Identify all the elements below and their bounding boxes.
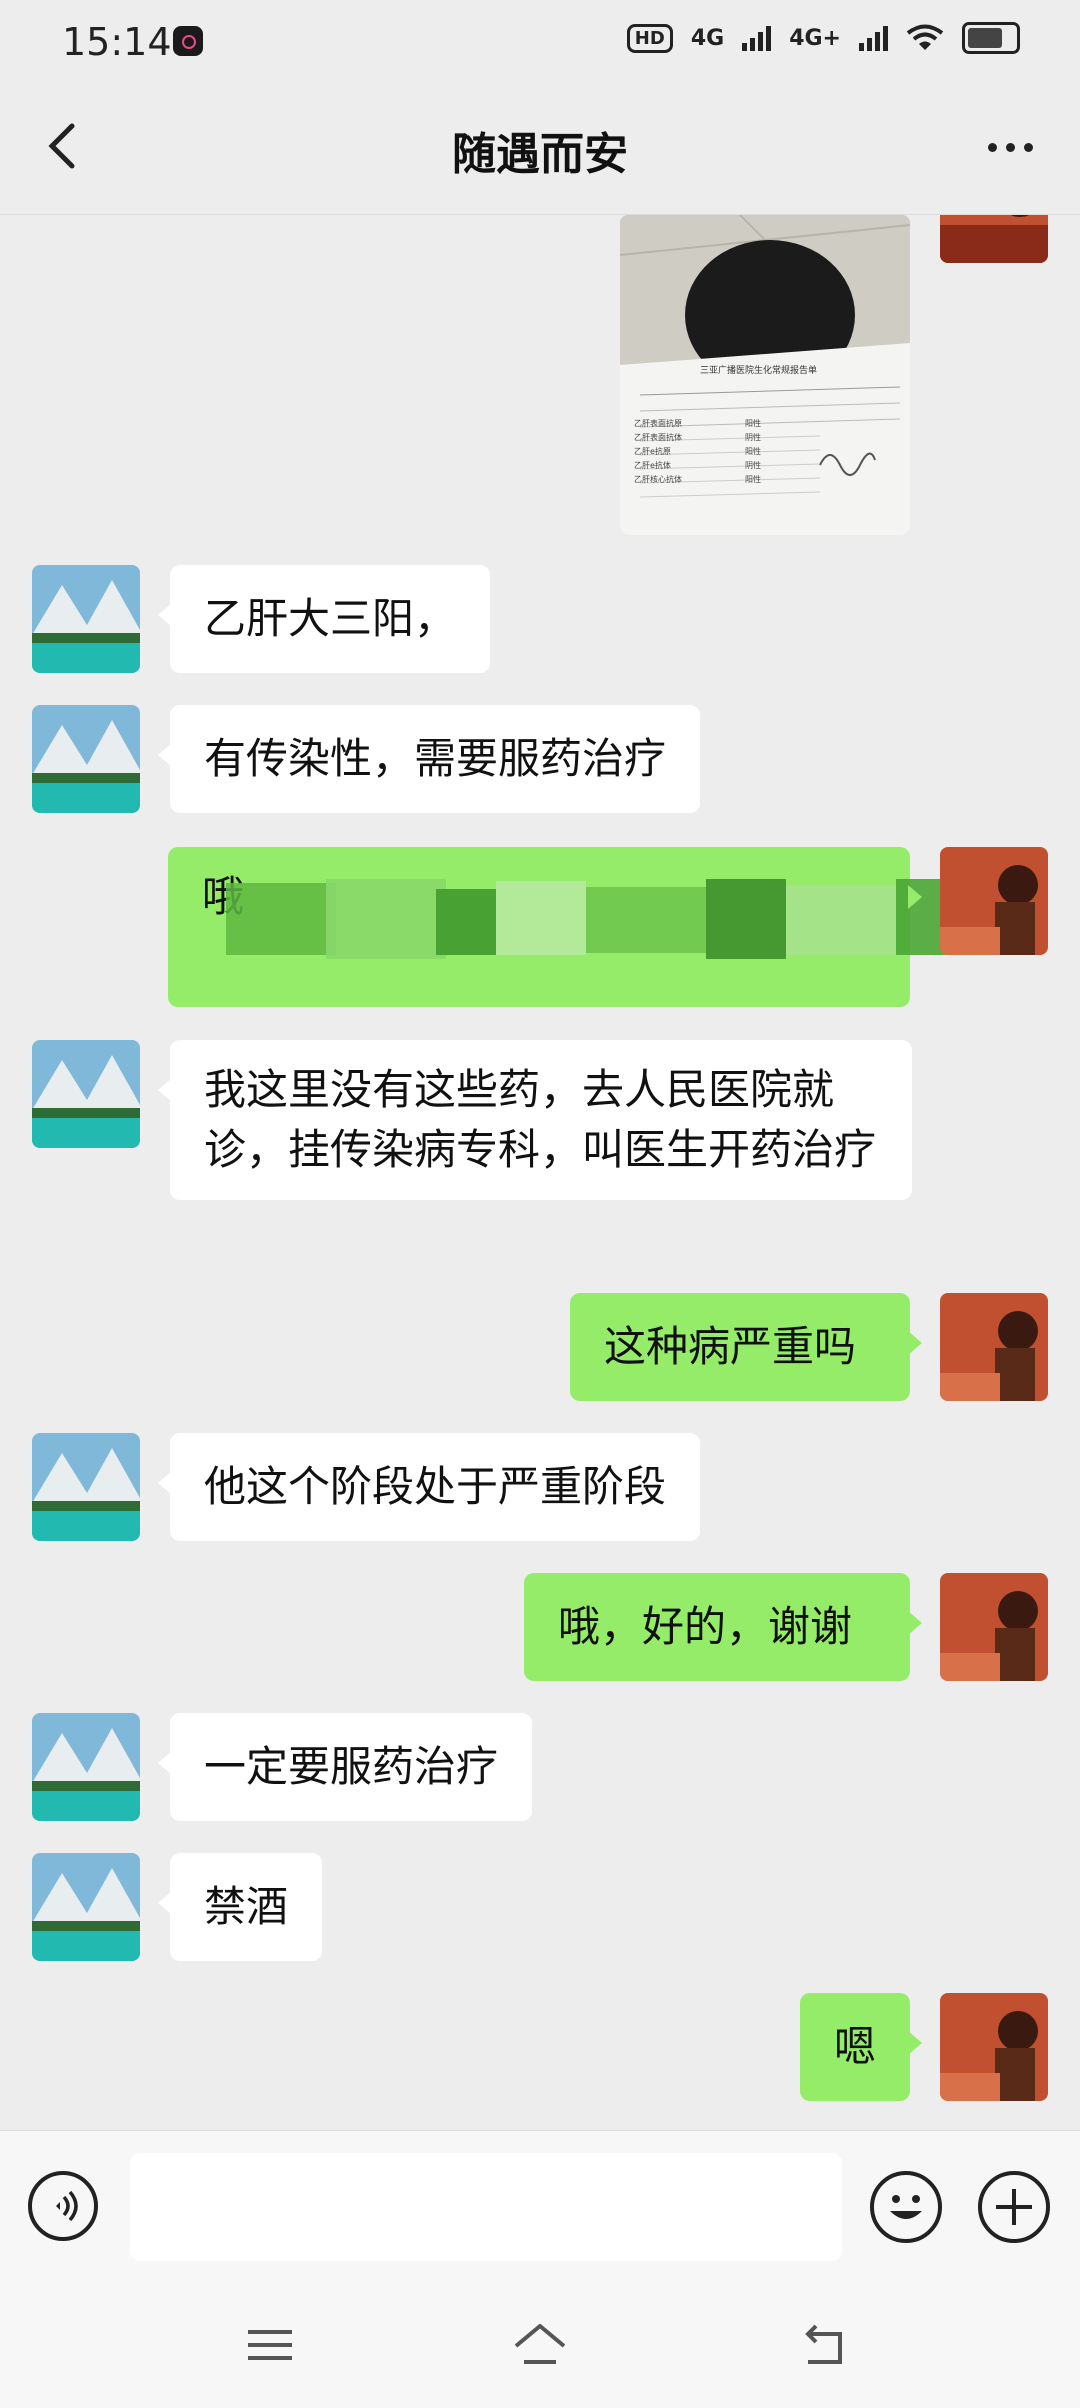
contact-avatar[interactable]	[32, 1853, 140, 1961]
report-image[interactable]: 三亚广播医院生化常规报告单 乙肝表面抗原 乙肝表面抗体 乙肝e抗原 乙肝e抗体 …	[620, 215, 910, 535]
voice-button[interactable]	[28, 2171, 98, 2241]
input-bar	[0, 2130, 1080, 2281]
message-bubble[interactable]: 乙肝大三阳，	[157, 565, 491, 673]
report-title: 三亚广播医院生化常规报告单	[700, 366, 818, 376]
message-bubble[interactable]: 这种病严重吗	[570, 1293, 922, 1401]
contact-avatar[interactable]	[32, 565, 140, 673]
message-input[interactable]	[130, 2153, 842, 2261]
status-time: 15:14	[62, 20, 172, 64]
chat-header: 随遇而安	[0, 86, 1080, 214]
plus-icon	[996, 2189, 1032, 2225]
message-bubble[interactable]: 禁酒	[157, 1853, 323, 1961]
my-avatar[interactable]	[940, 215, 1048, 263]
call-app-icon	[173, 26, 203, 56]
message-bubble[interactable]: 有传染性，需要服药治疗	[157, 705, 701, 813]
voice-icon	[56, 2190, 78, 2222]
chat-area[interactable]: 三亚广播医院生化常规报告单 乙肝表面抗原 乙肝表面抗体 乙肝e抗原 乙肝e抗体 …	[0, 215, 1080, 2130]
contact-avatar[interactable]	[32, 705, 140, 813]
message-bubble[interactable]: 他这个阶段处于严重阶段	[157, 1433, 701, 1541]
contact-avatar[interactable]	[32, 1433, 140, 1541]
message-bubble[interactable]: 嗯	[800, 1993, 922, 2101]
menu-nav-icon[interactable]	[240, 2320, 300, 2370]
net-label-2: 4G+	[789, 25, 841, 51]
my-avatar[interactable]	[940, 1293, 1048, 1401]
wifi-icon	[906, 24, 944, 50]
redaction-overlay	[226, 879, 1036, 959]
more-dots-icon	[987, 142, 997, 152]
message-bubble[interactable]: 哦，好的，谢谢	[524, 1573, 922, 1681]
status-bar: 15:14 HD 4G 4G+	[0, 0, 1080, 86]
my-avatar[interactable]	[940, 847, 1048, 955]
message-bubble[interactable]: 我这里没有这些药，去人民医院就诊，挂传染病专科，叫医生开药治疗	[158, 1040, 912, 1200]
report-results: 阳性 阴性 阳性 阴性 阳性	[745, 419, 761, 484]
more-button[interactable]	[980, 122, 1040, 172]
plus-button[interactable]	[978, 2171, 1050, 2243]
report-rows: 乙肝表面抗原 乙肝表面抗体 乙肝e抗原 乙肝e抗体 乙肝核心抗体	[634, 419, 682, 484]
status-icons: HD 4G 4G+	[626, 22, 1020, 54]
my-avatar[interactable]	[940, 1993, 1048, 2101]
back-nav-icon[interactable]	[796, 2320, 856, 2370]
contact-avatar[interactable]	[32, 1040, 140, 1148]
emoji-icon	[890, 2195, 922, 2219]
net-label-1: 4G	[690, 25, 725, 51]
system-nav-bar	[0, 2280, 1080, 2408]
signal-icon-2	[859, 25, 888, 51]
redacted-message-bubble[interactable]: 哦	[168, 847, 1036, 1007]
home-nav-icon[interactable]	[510, 2320, 570, 2370]
contact-avatar[interactable]	[32, 1713, 140, 1821]
emoji-button[interactable]	[870, 2171, 942, 2243]
hd-voice-icon: HD	[626, 23, 673, 53]
battery-icon	[962, 22, 1020, 54]
signal-icon	[742, 25, 772, 51]
chat-title: 随遇而安	[452, 129, 628, 180]
my-avatar[interactable]	[940, 1573, 1048, 1681]
message-bubble[interactable]: 一定要服药治疗	[157, 1713, 533, 1821]
